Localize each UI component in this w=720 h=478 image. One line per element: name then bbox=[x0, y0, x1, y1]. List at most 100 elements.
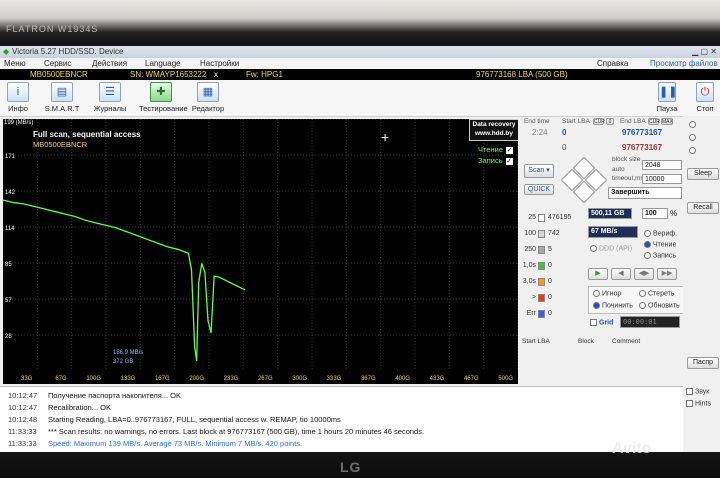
side-radio[interactable] bbox=[689, 121, 698, 128]
toolbar-editor-button[interactable]: ▦ Редактор bbox=[190, 82, 226, 114]
mode-read-radio[interactable]: Чтение bbox=[644, 241, 676, 248]
menu-item-actions[interactable]: Действия bbox=[92, 59, 127, 68]
log-text: Получение паспорта накопителя... OK bbox=[48, 391, 181, 400]
block-threshold: Err bbox=[526, 310, 536, 317]
menu-item-service[interactable]: Сервис bbox=[44, 59, 71, 68]
x-tick-label: 200G bbox=[189, 376, 204, 382]
direction-pad[interactable] bbox=[560, 156, 608, 204]
checkbox-icon bbox=[590, 319, 597, 326]
max-button[interactable]: MAX bbox=[661, 118, 673, 125]
erase-label: Стереть bbox=[648, 290, 675, 298]
drive-close-icon[interactable]: x bbox=[214, 70, 218, 79]
sound-checkbox[interactable]: Звук bbox=[686, 388, 709, 395]
monitor-brand: FLATRON W1934S bbox=[6, 24, 99, 34]
stop-button[interactable]: ⏻ Стоп bbox=[690, 82, 720, 114]
passport-button[interactable]: Паспр bbox=[687, 357, 719, 369]
ignore-radio[interactable]: Игнор bbox=[593, 290, 621, 297]
scan-button-label: Scan bbox=[528, 167, 545, 174]
log-row: 10:12:48 Starting Reading, LBA=0..9767731… bbox=[8, 415, 341, 424]
side-radio[interactable] bbox=[689, 134, 698, 141]
sound-label: Звук bbox=[695, 388, 710, 396]
menu-item-menu[interactable]: Меню bbox=[4, 59, 26, 68]
remap-radio[interactable]: Починить bbox=[593, 302, 633, 309]
toolbar-label: Редактор bbox=[191, 104, 225, 113]
graph-y-max-label: 199 (MB/s) bbox=[4, 120, 34, 126]
menu-item-settings[interactable]: Настройки bbox=[200, 59, 239, 68]
block-count: 742 bbox=[548, 230, 560, 237]
remap-label: Починить bbox=[602, 302, 633, 310]
ddd-api-label: DDD (API) bbox=[599, 245, 633, 253]
toolbar-label: Инфо bbox=[8, 104, 28, 113]
y-tick-label: 85 bbox=[5, 262, 12, 268]
grid-checkbox[interactable]: Grid bbox=[590, 319, 613, 326]
scan-control-panel: End time 2:24 Start LBA CUR 0 End LBA CU… bbox=[520, 116, 684, 386]
check-icon: ✓ bbox=[506, 146, 514, 154]
cur-button-2[interactable]: CUR bbox=[648, 118, 660, 125]
tab-comment[interactable]: Comment bbox=[612, 338, 640, 345]
sleep-button[interactable]: Sleep bbox=[687, 168, 719, 180]
event-log[interactable]: 10:12:47 Получение паспорта накопителя...… bbox=[0, 386, 683, 453]
ignore-label: Игнор bbox=[602, 290, 622, 298]
start-lba-value[interactable]: 0 bbox=[562, 128, 566, 137]
grid-label: Grid bbox=[599, 319, 614, 327]
cur-button[interactable]: CUR bbox=[593, 118, 605, 125]
skip-back-icon[interactable]: ◀▶ bbox=[634, 268, 654, 280]
zero-button[interactable]: 0 bbox=[606, 118, 614, 125]
pause-button[interactable]: ❚❚ Пауза bbox=[652, 82, 682, 114]
write-checkbox[interactable]: Запись ✓ bbox=[478, 156, 513, 165]
y-tick-label: 142 bbox=[5, 190, 16, 196]
quick-button[interactable]: QUICK bbox=[524, 184, 554, 195]
play-icon[interactable]: ▶ bbox=[588, 268, 608, 280]
end-time-value: 2:24 bbox=[532, 128, 548, 137]
data-recovery-badge: Data recovery www.hdd.by bbox=[469, 119, 518, 141]
side-radio[interactable] bbox=[689, 147, 698, 154]
window-controls[interactable]: ▁ ▢ ✕ bbox=[692, 47, 717, 56]
mode-write-radio[interactable]: Запись bbox=[644, 252, 676, 259]
tab-start-lba[interactable]: Start LBA bbox=[522, 338, 550, 345]
hints-checkbox[interactable]: Hints bbox=[686, 400, 711, 407]
finish-action-select[interactable]: Завершить bbox=[608, 187, 682, 199]
window-title: Victoria 5.27 HDD/SSD. Device bbox=[12, 47, 124, 56]
toolbar-smart-button[interactable]: ▤ S.M.A.R.T bbox=[44, 82, 80, 114]
toolbar-logs-button[interactable]: ☰ Журналы bbox=[92, 82, 128, 114]
graph-title: Full scan, sequential access bbox=[33, 130, 141, 139]
block-count: 0 bbox=[548, 278, 552, 285]
menu-item-file-viewer[interactable]: Просмотр файлов bbox=[650, 59, 718, 68]
log-time: 10:12:47 bbox=[8, 391, 38, 400]
scan-button[interactable]: Scan ▾ bbox=[524, 164, 554, 178]
mode-write-label: Запись bbox=[653, 252, 676, 260]
toolbar-info-button[interactable]: i Инфо bbox=[0, 82, 36, 114]
auto-checkbox[interactable]: auto bbox=[612, 166, 625, 173]
ddd-api-checkbox[interactable]: DDD (API) bbox=[590, 245, 632, 252]
rewind-icon[interactable]: ◀ bbox=[611, 268, 631, 280]
pause-icon: ❚❚ bbox=[658, 82, 677, 102]
erase-radio[interactable]: Стереть bbox=[639, 290, 674, 297]
block-threshold: 1,0s bbox=[522, 262, 536, 269]
refresh-radio[interactable]: Обновить bbox=[639, 302, 680, 309]
pause-label: Пауза bbox=[656, 104, 678, 113]
toolbar-test-button[interactable]: ✚ Тестирование bbox=[139, 82, 188, 114]
radio-icon bbox=[639, 290, 646, 297]
read-checkbox[interactable]: Чтение ✓ bbox=[478, 145, 514, 154]
speed-display: 67 MB/s bbox=[588, 226, 638, 238]
elapsed-timer: 00:00:01 bbox=[620, 316, 680, 328]
end-lba-value[interactable]: 976773167 bbox=[622, 128, 662, 137]
toolbar-label: S.M.A.R.T bbox=[44, 104, 80, 113]
menu-item-language[interactable]: Language bbox=[145, 59, 181, 68]
crosshair-cursor-icon: + bbox=[381, 129, 390, 145]
toolbar-label: Тестирование bbox=[139, 104, 188, 113]
block-swatch bbox=[538, 278, 545, 286]
timeout-select[interactable]: 10000 bbox=[642, 174, 682, 184]
x-tick-label: 267G bbox=[258, 376, 273, 382]
skip-end-icon[interactable]: ▶▶ bbox=[657, 268, 677, 280]
tab-block[interactable]: Block bbox=[578, 338, 594, 345]
scan-graph[interactable]: 33G 67G 100G 133G 167G 200G 233G 267G 300G 333G 36… bbox=[3, 119, 518, 384]
menu-item-help[interactable]: Справка bbox=[597, 59, 628, 68]
block-size-select[interactable]: 2048 bbox=[642, 160, 682, 170]
y-tick-label: 114 bbox=[5, 226, 15, 232]
block-threshold: 25 bbox=[528, 214, 536, 221]
log-text: Recalibration... OK bbox=[48, 403, 111, 412]
mode-verify-radio[interactable]: Вериф. bbox=[644, 230, 677, 237]
recall-button[interactable]: Recall bbox=[687, 202, 719, 214]
log-text: *** Scan results: no warnings, no errors… bbox=[48, 427, 425, 436]
